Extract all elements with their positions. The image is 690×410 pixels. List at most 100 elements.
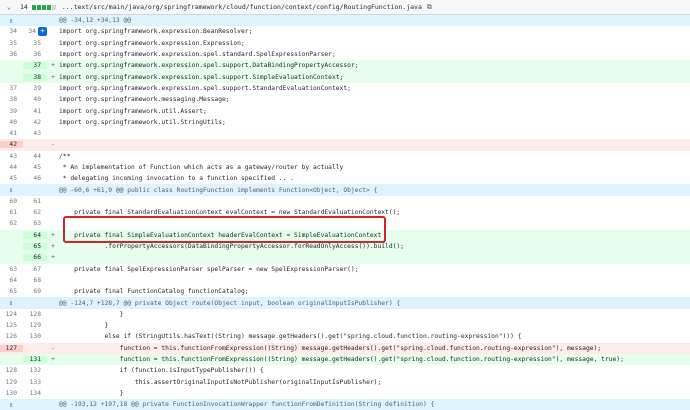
diffstat-bar [31, 4, 36, 10]
old-line-number: 45 [9, 175, 17, 183]
diff-line: 44 45 * An implementation of Function whi… [0, 161, 690, 174]
new-line-number: 133 [29, 378, 41, 386]
diff-line: 66 + [0, 252, 690, 264]
new-line-number: 68 [33, 276, 41, 284]
old-line-number: 127 [0, 344, 23, 352]
diff-line: 39 41 import org.springframework.util.Asse… [0, 105, 690, 117]
diff-line: 37 39 import org.springframework.expressio… [0, 82, 690, 95]
code-text: @@ -124,7 +128,7 @@ private Object route… [59, 299, 401, 307]
diff-line: 41 43 [0, 127, 690, 140]
code-text: @@ -34,12 +34,13 @@ [59, 17, 132, 25]
old-line-number: 63 [9, 265, 17, 273]
old-line-number: 39 [9, 107, 17, 115]
diff-table: ⇕ @@ -34,12 +34,13 @@ 34 34 + import org.spri… [0, 15, 690, 410]
old-line-number[interactable]: ⇕ [0, 186, 23, 194]
code-text: import org.springframework.expression.sp… [59, 84, 351, 92]
old-line-number: 65 [9, 288, 17, 296]
expand-icon[interactable]: ⇕ [5, 186, 17, 194]
new-line-number: 43 [33, 130, 41, 138]
new-line-number: 64 [23, 231, 47, 239]
code-text: * An implementation of Function which ac… [59, 164, 344, 171]
diff-line: 61 62 private final StandardEvaluationCon… [0, 207, 690, 219]
new-line-number: 42 [33, 118, 41, 126]
change-count: 14 [20, 3, 28, 11]
diff-line: 129 133 this.assertOriginalInputIsNotPubl… [0, 376, 690, 388]
new-line-number: 132 [29, 367, 41, 375]
code-text: import org.springframework.expression.Be… [59, 28, 253, 36]
code-text: import org.springframework.expression.sp… [59, 51, 336, 59]
new-line-number: 134 [29, 389, 41, 397]
diff-line: 36 36 import org.springframework.expressio… [0, 48, 690, 61]
diff-line: 42 - [0, 139, 690, 151]
diff-marker: + [51, 356, 55, 364]
code-text: /** [59, 152, 71, 160]
code-text: private final SpelExpressionParser spelP… [59, 265, 359, 273]
code-text: .forPropertyAccessors(DataBindingPropert… [59, 243, 404, 251]
expand-icon[interactable]: ⇕ [5, 299, 17, 307]
diff-marker: - [51, 344, 55, 352]
diff-marker: - [51, 141, 55, 149]
diff-line: 124 128 } [0, 308, 690, 321]
diff-line: 38 40 import org.springframework.messaging… [0, 94, 690, 106]
diff-marker: + [51, 254, 55, 262]
code-text: private final StandardEvaluationContext … [59, 209, 401, 217]
diff-line: 35 35 import org.springframework.expressio… [0, 37, 690, 49]
diff-line: 45 46 * delegating incoming invocation to… [0, 173, 690, 185]
old-line-number: 129 [5, 378, 17, 386]
new-line-number: 131 [23, 356, 47, 364]
old-line-number: 42 [0, 141, 23, 149]
new-line-number: 41 [33, 107, 41, 115]
new-line-number: 61 [33, 197, 41, 205]
chevron-down-icon[interactable]: ⌄ [4, 3, 14, 11]
code-text: private final SimpleEvaluationContext he… [59, 231, 382, 239]
code-text: } [59, 322, 109, 330]
diff-line: 40 42 import org.springframework.util.Stri… [0, 116, 690, 128]
new-line-number: 62 [33, 209, 41, 217]
diff-line: 34 34 + import org.springframework.expressi… [0, 26, 690, 38]
old-line-number: 37 [9, 84, 17, 92]
old-line-number[interactable]: ⇕ [0, 299, 23, 307]
old-line-number: 40 [9, 118, 17, 126]
new-line-number: 37 [23, 62, 47, 70]
diff-line: 37 + import org.springframework.expression… [0, 60, 690, 72]
new-line-number-value: 34 [28, 28, 36, 36]
copy-icon[interactable]: ⧉ [427, 3, 432, 12]
diffstat-bar [46, 4, 51, 10]
diff-line: 127 - function = this.functionFromExpress… [0, 342, 690, 354]
code-text: import org.springframework.expression.sp… [59, 73, 344, 81]
code-text: if (function.isInputTypePublisher()) { [59, 367, 264, 375]
code-text: } [59, 389, 124, 397]
old-line-number: 62 [9, 220, 17, 228]
diff-line: 131 + function = this.functionFromExpress… [0, 353, 690, 366]
old-line-number: 60 [9, 197, 17, 205]
expand-icon[interactable]: ⇕ [5, 17, 17, 25]
diff-line: 43 44 /** [0, 150, 690, 162]
old-line-number: 36 [9, 51, 17, 59]
code-text: import org.springframework.util.StringUt… [59, 118, 226, 126]
hunk-header: ⇕ @@ -193,12 +197,18 @@ private FunctionI… [0, 399, 690, 410]
diff-marker: + [51, 231, 55, 239]
hunk-header: ⇕ @@ -124,7 +128,7 @@ private Object rout… [0, 297, 690, 309]
new-line-number: 39 [33, 84, 41, 92]
diff-line: 128 132 if (function.isInputTypePublisher… [0, 365, 690, 377]
new-line-number: 44 [33, 152, 41, 160]
code-text: } [59, 310, 124, 318]
diff-line: 60 61 [0, 195, 690, 208]
old-line-number[interactable]: ⇕ [0, 17, 23, 25]
diff-line: 125 129 } [0, 320, 690, 332]
hunk-header: ⇕ @@ -60,6 +61,9 @@ public class RoutingF… [0, 184, 690, 196]
code-text: @@ -193,12 +197,18 @@ private FunctionIn… [59, 401, 435, 409]
new-line-number: 46 [33, 175, 41, 183]
code-text: import org.springframework.util.Assert; [59, 107, 207, 115]
diffstat-bars [31, 4, 56, 10]
new-line-number: 129 [29, 322, 41, 330]
new-line-number: 38 [23, 73, 47, 81]
diff-line: 63 67 private final SpelExpressionParser … [0, 263, 690, 275]
add-comment-icon[interactable]: + [38, 27, 47, 37]
old-line-number: 43 [9, 152, 17, 160]
file-path[interactable]: ...text/src/main/java/org/springframewor… [62, 3, 422, 11]
diff-line: 130 134 } [0, 387, 690, 400]
code-text: import org.springframework.messaging.Mes… [59, 96, 230, 104]
file-header: ⌄ 14 ...text/src/main/java/org/springfra… [0, 0, 690, 15]
new-line-number: 40 [33, 96, 41, 104]
